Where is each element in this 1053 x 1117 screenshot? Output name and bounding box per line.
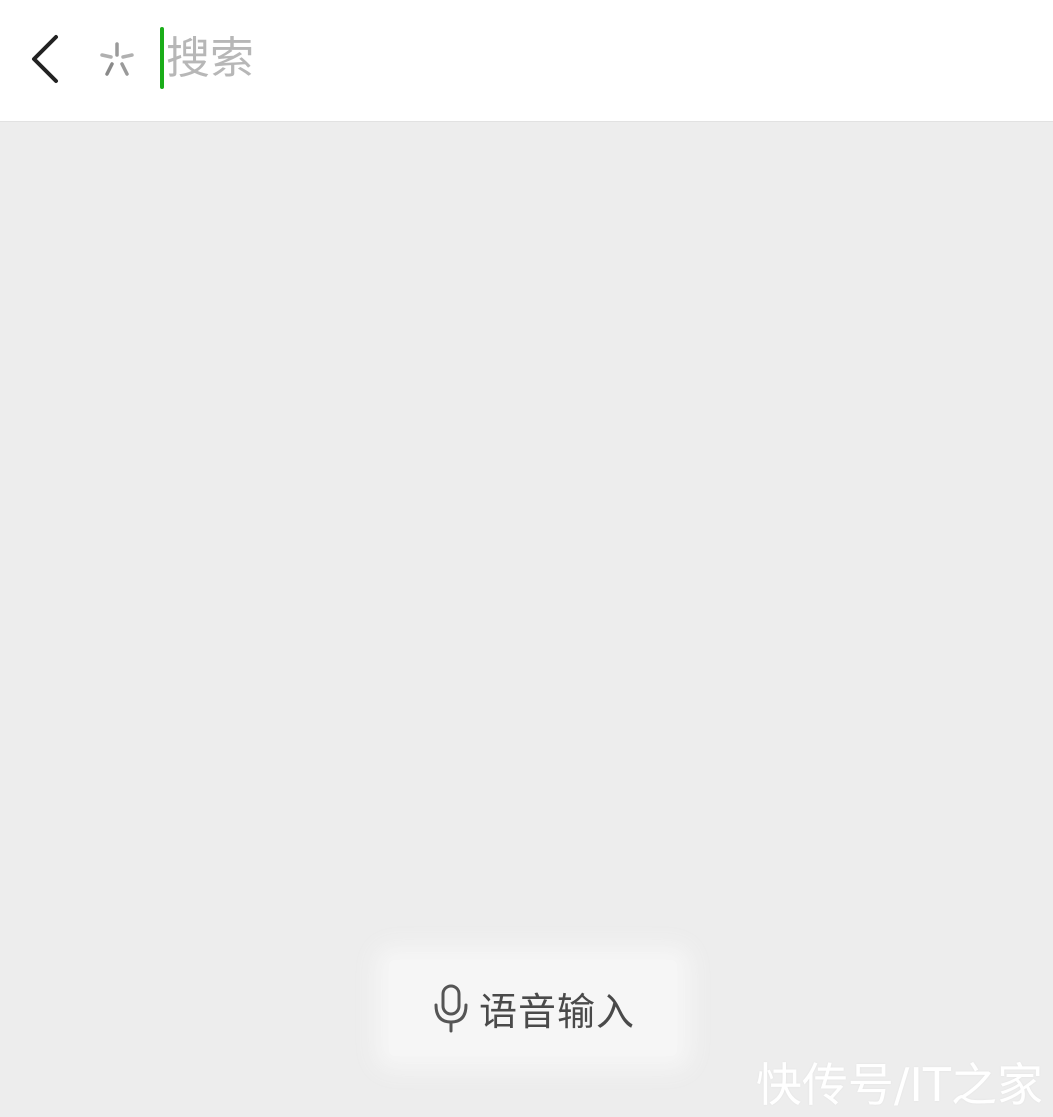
microphone-icon <box>434 984 468 1033</box>
search-header <box>0 0 1053 122</box>
back-button[interactable] <box>20 28 70 90</box>
sparkle-icon <box>100 42 134 76</box>
voice-input-button[interactable]: 语音输入 <box>389 960 677 1056</box>
search-field[interactable] <box>160 26 1020 90</box>
search-input[interactable] <box>164 26 966 90</box>
voice-input-label: 语音输入 <box>478 989 635 1034</box>
chevron-left-icon <box>32 35 58 83</box>
watermark-text: 快传号/IT之家 <box>755 1058 1043 1112</box>
